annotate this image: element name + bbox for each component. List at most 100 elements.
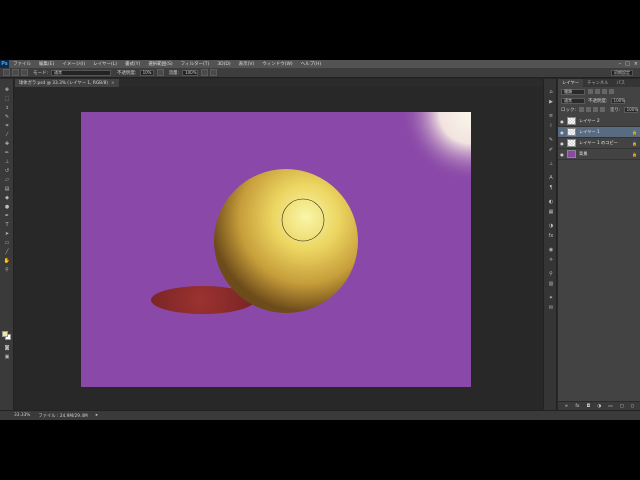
layer-row[interactable]: ● レイヤー 1 のコピー 🔒	[558, 138, 640, 149]
lock-position-icon[interactable]	[593, 107, 599, 112]
brush-tool-icon[interactable]: ✏	[3, 150, 11, 156]
visibility-eye-icon[interactable]: ●	[558, 152, 566, 157]
paths-panel-icon[interactable]: ⟡	[548, 257, 554, 263]
marquee-tool-icon[interactable]: ⬚	[3, 96, 11, 102]
crop-tool-icon[interactable]: ⌗	[3, 123, 11, 129]
menu-edit[interactable]: 編集(E)	[39, 61, 54, 67]
menu-view[interactable]: 表示(V)	[239, 61, 255, 67]
quick-select-tool-icon[interactable]: ✎	[3, 114, 11, 120]
brush-size-icon[interactable]	[12, 69, 19, 76]
channels-panel-icon[interactable]: ◉	[548, 247, 554, 253]
properties-panel-icon[interactable]: ≡	[548, 113, 554, 119]
info-panel-icon[interactable]: i	[548, 123, 554, 129]
lasso-tool-icon[interactable]: ↄ	[3, 105, 11, 111]
blur-tool-icon[interactable]: ◆	[3, 195, 11, 201]
character-panel-icon[interactable]: A	[548, 175, 554, 181]
visibility-eye-icon[interactable]: ●	[558, 119, 566, 124]
pressure-size-icon[interactable]	[210, 69, 218, 76]
type-tool-icon[interactable]: T	[3, 222, 11, 228]
minimize-icon[interactable]: –	[619, 61, 622, 67]
styles-panel-icon[interactable]: fx	[548, 233, 554, 239]
menu-file[interactable]: ファイル	[13, 61, 31, 67]
menu-image[interactable]: イメージ(I)	[62, 61, 85, 67]
menu-3d[interactable]: 3D(D)	[217, 62, 230, 67]
eraser-tool-icon[interactable]: ▱	[3, 177, 11, 183]
menu-select[interactable]: 選択範囲(S)	[148, 61, 172, 67]
hand-tool-icon[interactable]: ✋	[3, 258, 11, 264]
trash-icon[interactable]: ▯	[631, 404, 633, 409]
navigator-panel-icon[interactable]: ⚲	[548, 271, 554, 277]
menu-type[interactable]: 書式(Y)	[125, 61, 140, 67]
layer-row[interactable]: ● レイヤー 2	[558, 116, 640, 127]
visibility-eye-icon[interactable]: ●	[558, 130, 566, 135]
layer-row[interactable]: ● 背景 🔒	[558, 149, 640, 160]
mode-select[interactable]: 通常	[51, 69, 112, 76]
document-tab[interactable]: 球体ガラ.psd @ 33.3% (レイヤー 1, RGB/8) ×	[15, 79, 119, 87]
screen-mode-icon[interactable]: ▣	[3, 354, 11, 360]
fill-input[interactable]: 100%	[623, 106, 638, 113]
adjustments-panel-icon[interactable]: ◑	[548, 223, 554, 229]
pressure-opacity-icon[interactable]	[156, 69, 164, 76]
lock-pixels-icon[interactable]	[586, 107, 592, 112]
mask-icon[interactable]: ◘	[587, 404, 591, 409]
lock-transparency-icon[interactable]	[579, 107, 585, 112]
zoom-tool-icon[interactable]: ⚲	[3, 267, 11, 273]
quick-mask-icon[interactable]: ◙	[3, 345, 11, 351]
foreground-color-swatch[interactable]	[2, 331, 8, 337]
tab-close-icon[interactable]: ×	[111, 81, 115, 86]
adjust-filter-icon[interactable]	[595, 89, 600, 94]
opacity-input[interactable]: 10%	[139, 69, 154, 76]
link-icon[interactable]: ∞	[565, 404, 569, 409]
folder-icon[interactable]: ▭	[608, 404, 612, 409]
brush-panel-icon[interactable]	[21, 69, 28, 76]
kind-filter-select[interactable]: 種類	[561, 88, 585, 95]
dodge-tool-icon[interactable]: ●	[3, 204, 11, 210]
gradient-tool-icon[interactable]: ▤	[3, 186, 11, 192]
maximize-icon[interactable]: □	[625, 61, 630, 67]
workspace-select[interactable]: 初期設定	[611, 70, 633, 76]
close-icon[interactable]: ×	[634, 61, 638, 67]
document-canvas[interactable]	[81, 112, 471, 387]
path-select-tool-icon[interactable]: ➤	[3, 231, 11, 237]
menu-help[interactable]: ヘルプ(H)	[301, 61, 321, 67]
airbrush-icon[interactable]	[201, 69, 209, 76]
brush-preset-icon[interactable]	[3, 69, 10, 76]
new-layer-icon[interactable]: ▢	[620, 404, 624, 409]
pen-tool-icon[interactable]: ✒	[3, 213, 11, 219]
notes-panel-icon[interactable]: ✉	[548, 305, 554, 311]
pixel-filter-icon[interactable]	[588, 89, 593, 94]
adjustment-icon[interactable]: ◑	[597, 404, 601, 409]
stamp-tool-icon[interactable]: ⊥	[3, 159, 11, 165]
history-brush-tool-icon[interactable]: ↺	[3, 168, 11, 174]
tab-channels[interactable]: チャンネル	[583, 79, 612, 87]
visibility-eye-icon[interactable]: ●	[558, 141, 566, 146]
color-panel-icon[interactable]: ◐	[548, 199, 554, 205]
line-tool-icon[interactable]: ╱	[3, 249, 11, 255]
menu-filter[interactable]: フィルター(T)	[181, 61, 210, 67]
brush-panel-icon-dock[interactable]: ✎	[548, 137, 554, 143]
paragraph-panel-icon[interactable]: ¶	[548, 185, 554, 191]
healing-tool-icon[interactable]: ✚	[3, 141, 11, 147]
menu-layer[interactable]: レイヤー(L)	[93, 61, 117, 67]
menu-window[interactable]: ウィンドウ(W)	[262, 61, 292, 67]
shape-tool-icon[interactable]: ▭	[3, 240, 11, 246]
flow-input[interactable]: 100%	[182, 69, 199, 76]
eyedropper-tool-icon[interactable]: ⁄	[3, 132, 11, 138]
layer-row[interactable]: ● レイヤー 1 🔒	[558, 127, 640, 138]
histogram-panel-icon[interactable]: ▥	[548, 281, 554, 287]
tab-paths[interactable]: パス	[612, 79, 629, 87]
lock-all-icon[interactable]	[600, 107, 606, 112]
blend-mode-select[interactable]: 通常	[561, 97, 585, 104]
tab-layers[interactable]: レイヤー	[558, 79, 584, 87]
fx-icon[interactable]: fx	[575, 404, 579, 409]
type-filter-icon[interactable]	[602, 89, 607, 94]
zoom-level[interactable]: 33.33%	[14, 413, 30, 418]
history-panel-icon[interactable]: ⌂	[548, 89, 554, 95]
timeline-panel-icon[interactable]: ✦	[548, 295, 554, 301]
swatches-panel-icon[interactable]: ▦	[548, 209, 554, 215]
status-menu-arrow-icon[interactable]: ▸	[96, 413, 98, 418]
clone-source-panel-icon[interactable]: ⊥	[548, 161, 554, 167]
move-tool-icon[interactable]: ✥	[3, 87, 11, 93]
brush-preset-panel-icon[interactable]: ✐	[548, 147, 554, 153]
shape-filter-icon[interactable]	[609, 89, 614, 94]
